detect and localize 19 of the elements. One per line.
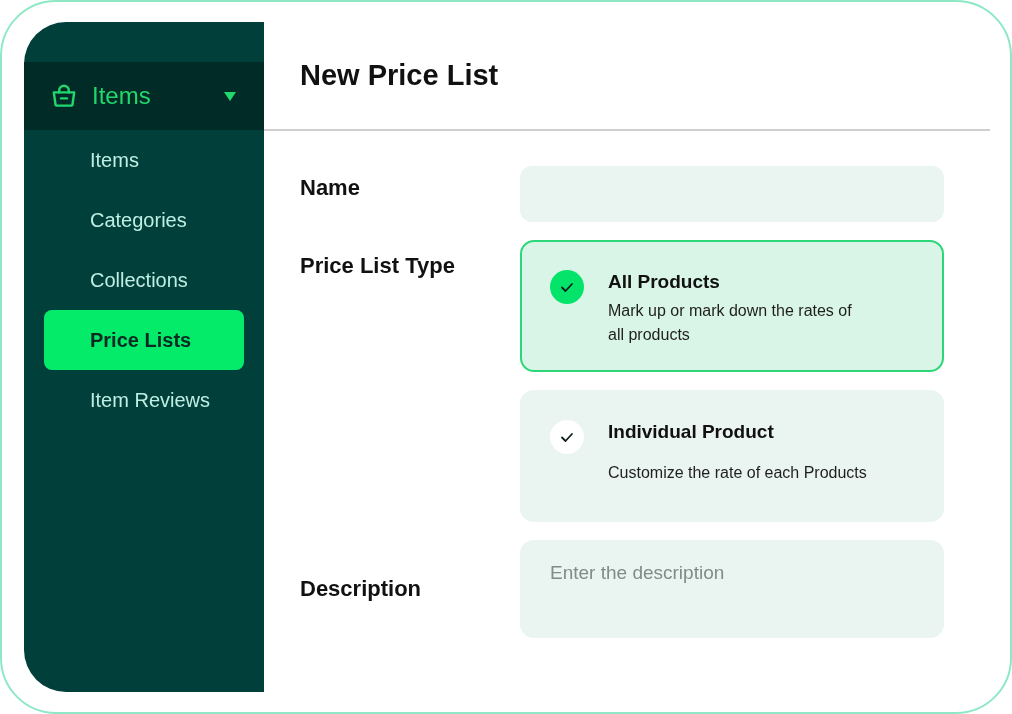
sidebar-item[interactable]: Categories [44, 190, 244, 250]
basket-icon [52, 84, 76, 108]
field-label: Price List Type [300, 252, 455, 279]
field-label: Name [300, 174, 360, 201]
price-list-option[interactable]: All Products Mark up or mark down the rates of all products [520, 240, 944, 372]
field-label: Description [300, 576, 422, 602]
option-description: Mark up or mark down the rates of all products [608, 301, 853, 345]
sidebar-item[interactable]: Collections [44, 250, 244, 310]
sidebar-item[interactable]: Items [44, 130, 244, 190]
option-title: All Products [608, 271, 720, 293]
section-label: Items [92, 82, 152, 110]
option-description: Customize the rate of each Products [608, 463, 867, 483]
price-list-option[interactable]: Individual Product Customize the rate of each Products [520, 390, 944, 522]
description-input[interactable]: Enter the description [520, 540, 944, 638]
option-title: Individual Product [608, 421, 774, 443]
sidebar-section-header[interactable]: Items [24, 62, 264, 130]
sidebar-item[interactable]: Item Reviews [44, 370, 244, 430]
page-title: New Price List [300, 59, 499, 92]
sidebar-item[interactable]: Price Lists [44, 310, 244, 370]
